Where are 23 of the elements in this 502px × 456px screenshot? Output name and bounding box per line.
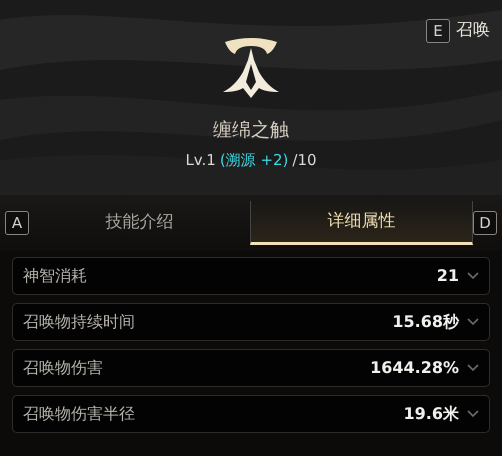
- key-hint: E: [426, 18, 450, 43]
- attribute-row[interactable]: 神智消耗 21: [12, 257, 490, 295]
- key-hint[interactable]: D: [473, 211, 497, 235]
- tab[interactable]: 技能介绍: [29, 201, 250, 245]
- max-level: /10: [292, 150, 317, 170]
- tab[interactable]: 详细属性: [250, 201, 473, 245]
- attribute-row[interactable]: 召唤物持续时间 15.68秒: [12, 303, 490, 341]
- level-bonus: (溯源 +2): [220, 150, 288, 170]
- summon-label: 召唤: [456, 19, 490, 42]
- attribute-name: 神智消耗: [23, 265, 87, 287]
- attribute-row[interactable]: 召唤物伤害半径 19.6米: [12, 395, 490, 433]
- attribute-row[interactable]: 召唤物伤害 1644.28%: [12, 349, 490, 387]
- attribute-value: 1644.28%: [370, 357, 459, 379]
- attribute-value: 15.68秒: [392, 311, 459, 333]
- attribute-value: 21: [436, 265, 459, 287]
- attribute-name: 召唤物伤害: [23, 357, 103, 379]
- skill-icon: [221, 38, 281, 100]
- skill-name: 缠绵之触: [213, 118, 289, 143]
- attribute-name: 召唤物伤害半径: [23, 403, 135, 425]
- key-hint[interactable]: A: [5, 211, 29, 235]
- attribute-name: 召唤物持续时间: [23, 311, 135, 333]
- skill-level: Lv.1: [185, 150, 216, 170]
- attribute-value: 19.6米: [404, 403, 459, 425]
